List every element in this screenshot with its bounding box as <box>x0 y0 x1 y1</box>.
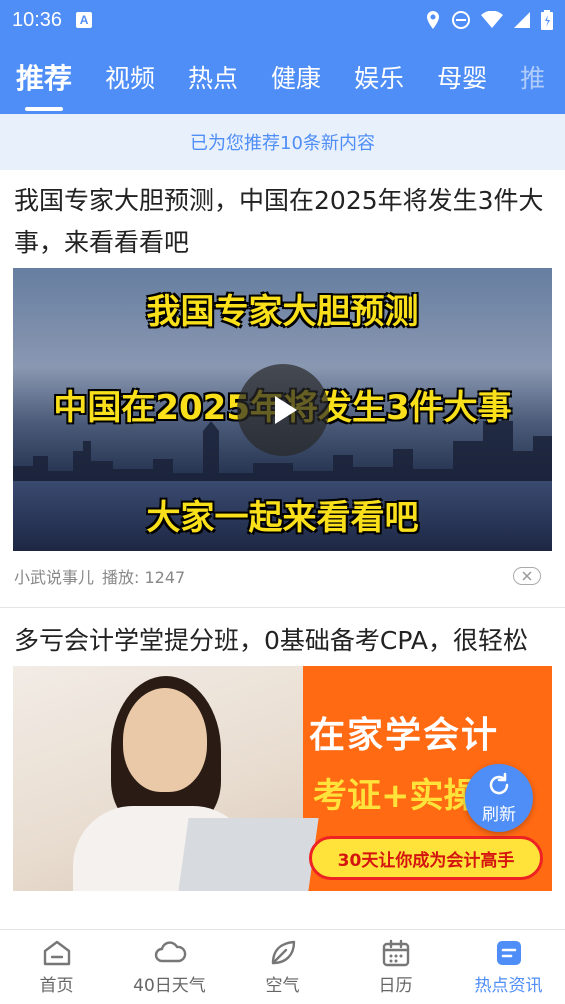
do-not-disturb-icon <box>451 10 471 30</box>
feed-item[interactable]: 我国专家大胆预测，中国在2025年将发生3件大事，来看看看吧 我国专家大胆预测 … <box>0 170 565 608</box>
nav-home-label: 首页 <box>39 975 74 996</box>
category-tabs: 推荐 视频 热点 健康 娱乐 母婴 推 <box>0 40 565 114</box>
nav-40day-weather[interactable]: 40日天气 <box>113 930 226 1004</box>
nav-calendar-label: 日历 <box>378 975 413 996</box>
video-thumbnail[interactable]: 我国专家大胆预测 中国在2025年将发生3件大事 大家一起来看看吧 <box>13 268 552 551</box>
tab-maternal[interactable]: 母婴 <box>437 59 487 95</box>
nav-hot-news[interactable]: 热点资讯 <box>452 930 565 1004</box>
calendar-icon <box>382 939 409 966</box>
signal-icon <box>513 11 531 29</box>
ad-laptop <box>177 818 319 891</box>
tab-entertainment[interactable]: 娱乐 <box>354 59 404 95</box>
article-meta: 小武说事儿 播放: 1247 <box>0 551 565 591</box>
nav-calendar[interactable]: 日历 <box>339 930 452 1004</box>
article-play-count: 播放: 1247 <box>102 568 186 587</box>
ad-headline: 在家学会计 <box>309 715 500 756</box>
close-icon <box>522 571 532 581</box>
status-icons <box>425 10 553 30</box>
location-icon <box>425 10 441 30</box>
ad-subline: 考证+实操 <box>313 776 478 816</box>
tab-recommend[interactable]: 推荐 <box>16 57 72 97</box>
nav-hot-news-label: 热点资讯 <box>474 975 543 996</box>
tab-video[interactable]: 视频 <box>105 59 155 95</box>
refresh-button[interactable]: 刷新 <box>465 764 533 832</box>
nav-home[interactable]: 首页 <box>0 930 113 1004</box>
nav-air-label: 空气 <box>265 975 300 996</box>
tab-hot[interactable]: 热点 <box>188 59 238 95</box>
news-icon <box>496 940 521 965</box>
article-title[interactable]: 多亏会计学堂提分班，0基础备考CPA，很轻松 <box>0 608 565 662</box>
tab-health[interactable]: 健康 <box>271 59 321 95</box>
wifi-icon <box>481 11 503 29</box>
dismiss-button[interactable] <box>513 567 541 585</box>
status-time: 10:36 <box>12 8 63 31</box>
nav-40day-weather-label: 40日天气 <box>133 975 206 996</box>
bottom-nav: 首页 40日天气 空气 日历 热点资讯 <box>0 929 565 1004</box>
status-bar: 10:36 A <box>0 0 565 40</box>
feed-item[interactable]: 多亏会计学堂提分班，0基础备考CPA，很轻松 在家学会计 考证+实操 30天让你… <box>0 608 565 891</box>
play-button[interactable] <box>236 363 329 456</box>
nav-air[interactable]: 空气 <box>226 930 339 1004</box>
article-author: 小武说事儿 <box>14 568 95 587</box>
home-icon <box>43 940 70 965</box>
battery-icon <box>541 10 553 30</box>
cloud-icon <box>154 940 186 962</box>
ad-pill: 30天让你成为会计高手 <box>309 836 543 880</box>
refresh-icon <box>489 772 509 794</box>
tab-partial[interactable]: 推 <box>520 59 545 95</box>
ad-person-face <box>123 688 207 792</box>
leaf-icon <box>271 940 295 964</box>
refresh-label: 刷新 <box>482 804 516 825</box>
play-icon <box>274 395 297 424</box>
notification-a-icon: A <box>76 12 93 28</box>
ad-photo <box>13 666 319 891</box>
new-content-notice: 已为您推荐10条新内容 <box>0 114 565 170</box>
video-overlay-line-3: 大家一起来看看吧 <box>146 498 419 538</box>
video-overlay-line-1: 我国专家大胆预测 <box>146 292 419 332</box>
article-title[interactable]: 我国专家大胆预测，中国在2025年将发生3件大事，来看看看吧 <box>0 170 565 264</box>
